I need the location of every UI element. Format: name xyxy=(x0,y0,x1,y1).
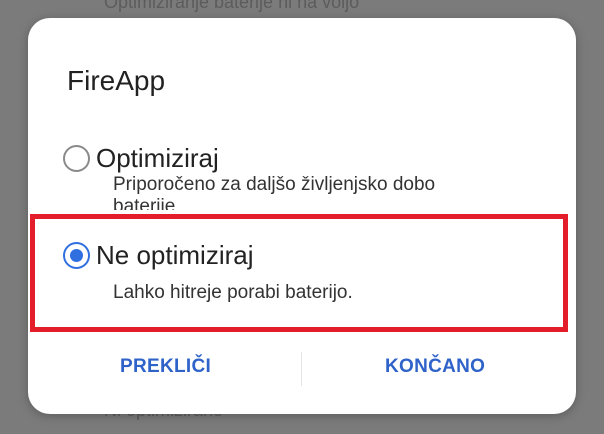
annotation-highlight-box xyxy=(30,214,568,332)
option-description-continued: baterije xyxy=(113,196,176,210)
option-label: Optimiziraj xyxy=(96,143,219,173)
background-status-text: Optimiziranje baterije ni na voljo xyxy=(104,0,360,12)
battery-optimization-dialog: FireApp Optimiziraj Priporočeno za daljš… xyxy=(28,18,576,414)
button-divider xyxy=(301,352,302,386)
dialog-actions: PREKLIČI KONČANO xyxy=(28,348,576,392)
option-description: Priporočeno za daljšo življenjsko dobo xyxy=(113,174,436,195)
cancel-button[interactable]: PREKLIČI xyxy=(120,356,211,378)
done-button[interactable]: KONČANO xyxy=(385,356,485,378)
radio-unchecked-icon[interactable] xyxy=(63,145,90,172)
dialog-title: FireApp xyxy=(67,65,166,96)
option-optimize[interactable]: Optimiziraj Priporočeno za daljšo življe… xyxy=(28,128,576,218)
